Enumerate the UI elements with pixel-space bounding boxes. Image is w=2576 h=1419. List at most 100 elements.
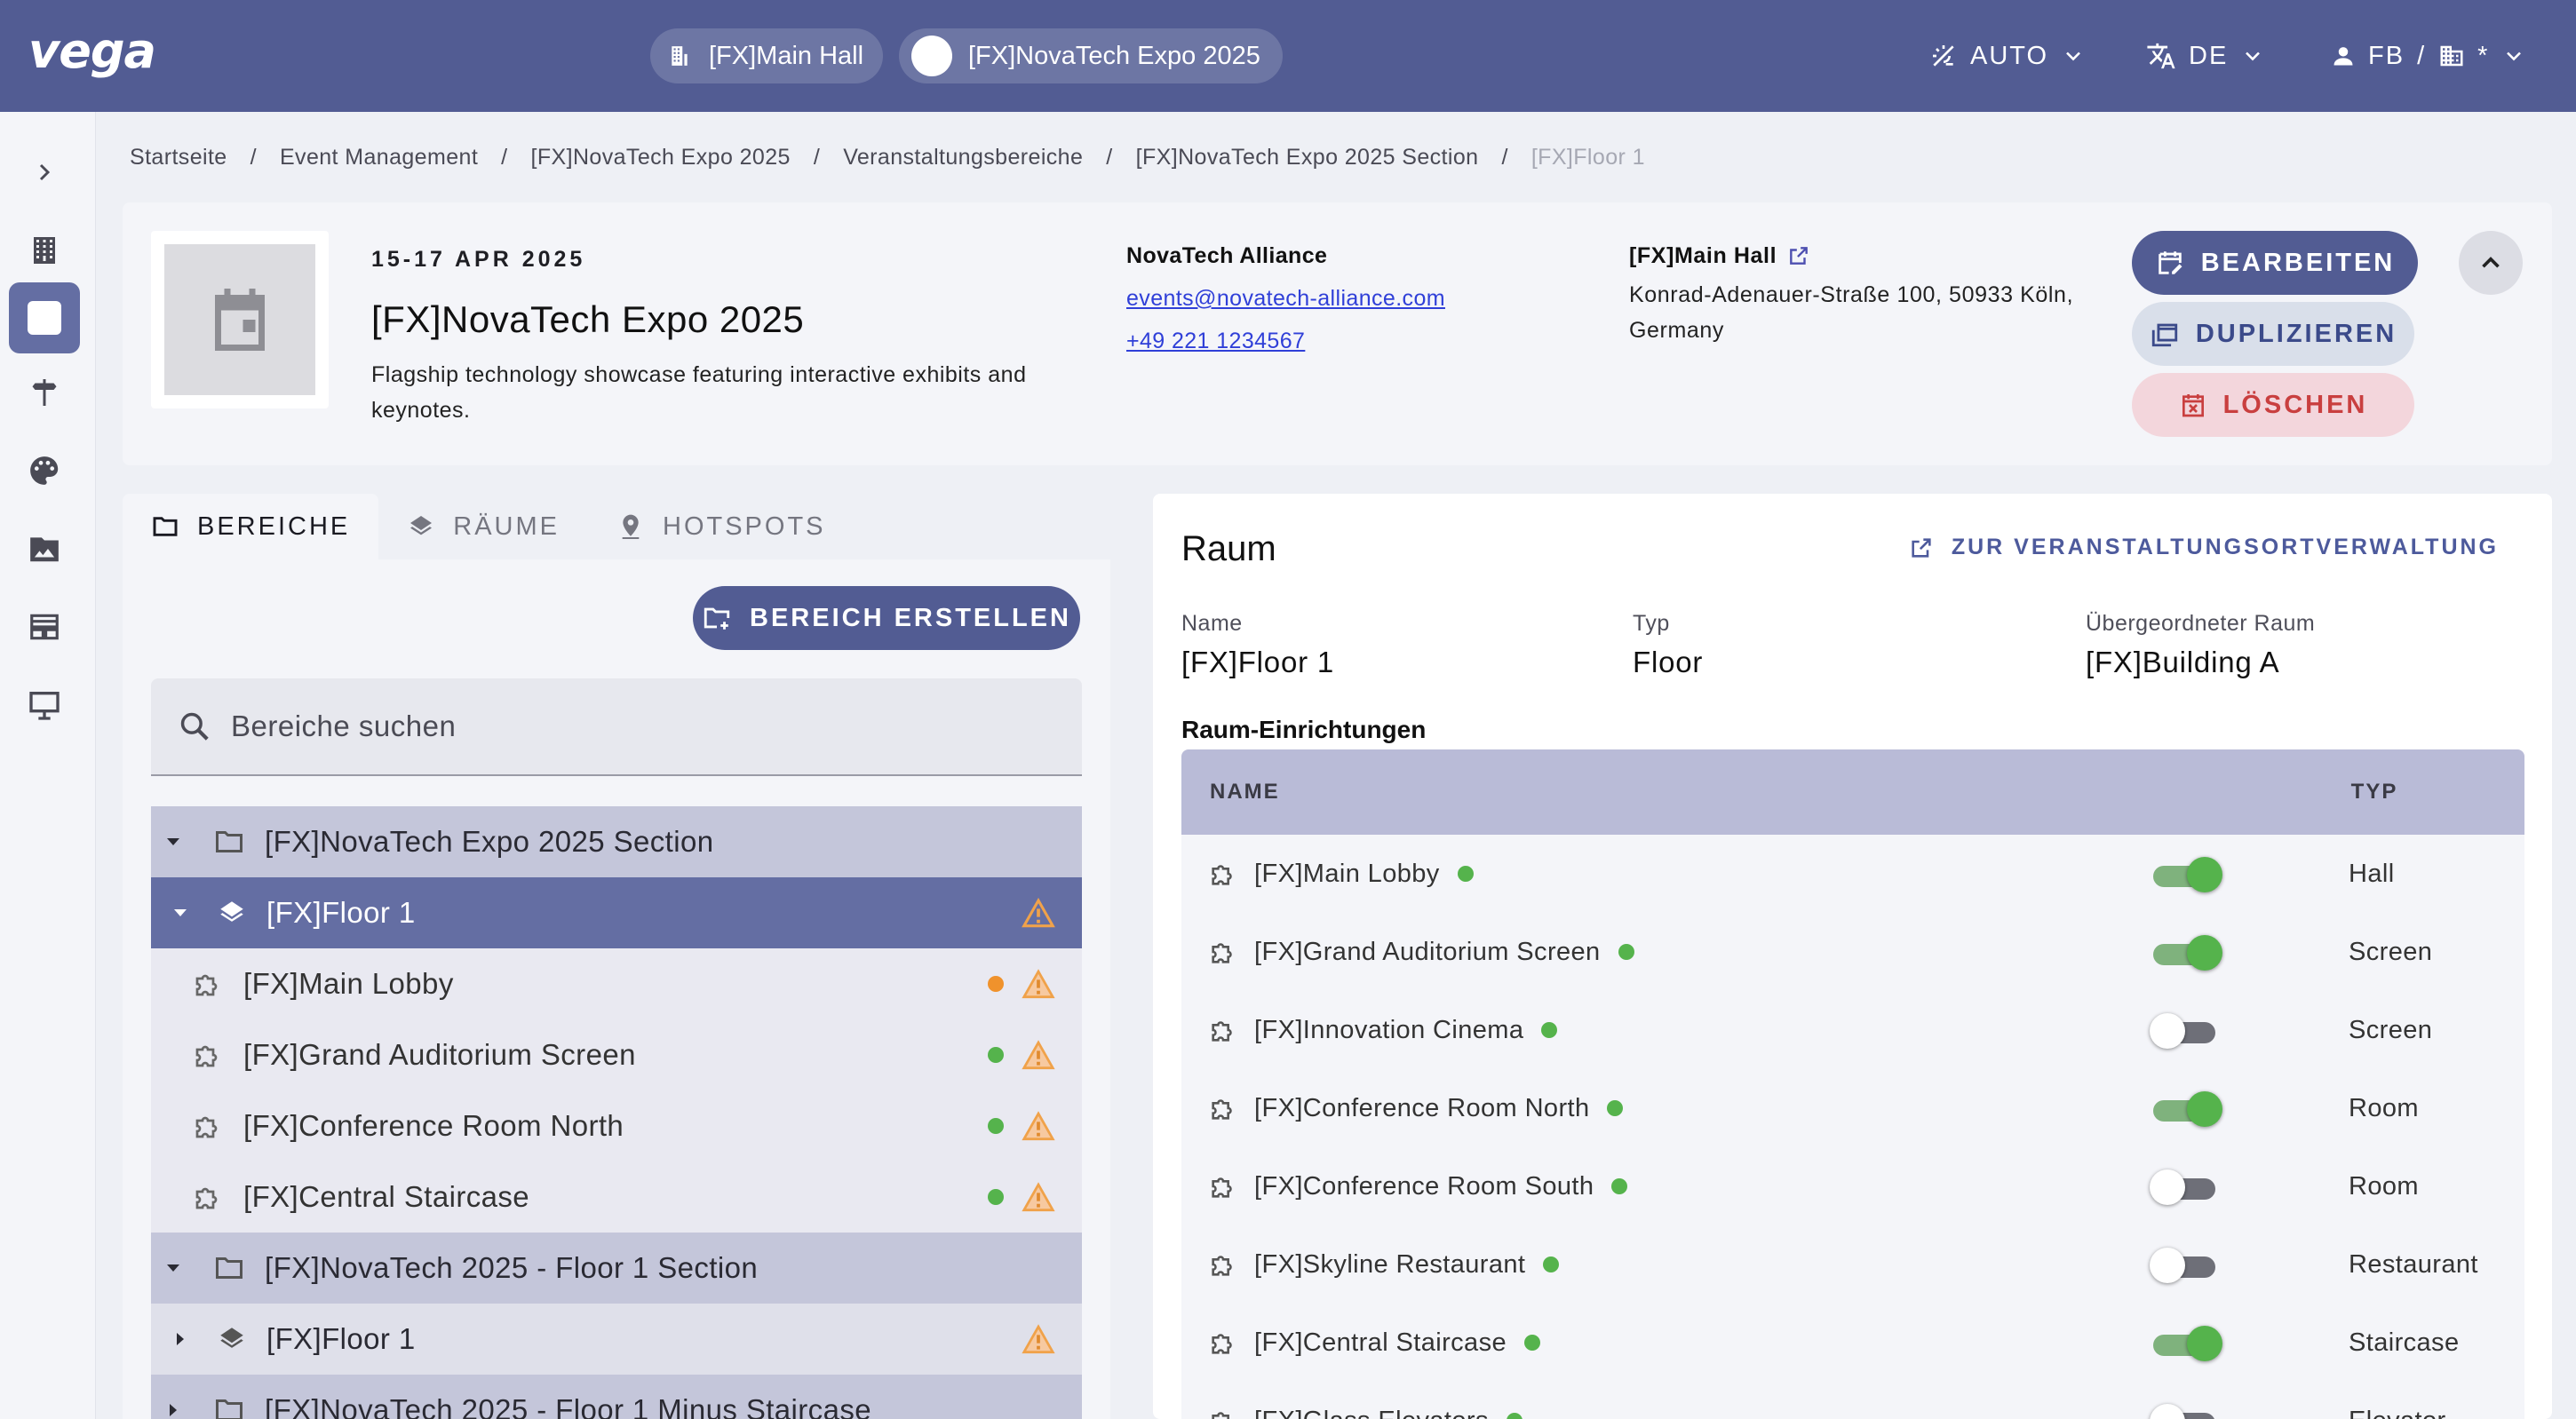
tree-label: [FX]NovaTech Expo 2025 Section [265, 825, 714, 858]
building-icon [668, 44, 691, 67]
table-row[interactable]: [FX]Innovation Cinema Screen [1181, 991, 2524, 1069]
area-search-field[interactable] [151, 678, 1082, 776]
facility-name: [FX]Grand Auditorium Screen [1254, 937, 1601, 966]
toggle-knob [2187, 857, 2222, 892]
nav-events[interactable] [9, 282, 80, 353]
tree-room[interactable]: [FX]Conference Room North [151, 1090, 1082, 1161]
venue-management-link[interactable]: ZUR VERANSTALTUNGSORTVERWALTUNG [1909, 535, 2499, 560]
facility-name-cell: [FX]Skyline Restaurant [1254, 1225, 1560, 1304]
facility-toggle[interactable] [2150, 935, 2222, 971]
breadcrumb-item[interactable]: Veranstaltungsbereiche [843, 145, 1083, 170]
warning-icon [1022, 1040, 1055, 1070]
chevron-down-icon [2061, 44, 2086, 68]
tree-section[interactable]: [FX]NovaTech Expo 2025 Section [151, 806, 1082, 877]
folder-icon [213, 1252, 245, 1284]
collapse-header-button[interactable] [2459, 231, 2523, 295]
col-header-name[interactable]: NAME [1210, 780, 1280, 805]
room-type-value: Floor [1633, 646, 1704, 678]
puzzle-icon [1208, 937, 1238, 967]
col-header-type[interactable]: TYP [2351, 780, 2398, 805]
tree-section[interactable]: [FX]NovaTech 2025 - Floor 1 Minus Stairc… [151, 1375, 1082, 1419]
dashboard-icon [28, 610, 61, 644]
tab-label: HOTSPOTS [663, 511, 826, 541]
puzzle-icon [1208, 859, 1238, 889]
organizer-block: NovaTech Alliance events@novatech-allian… [1126, 234, 1445, 362]
breadcrumb-item[interactable]: [FX]NovaTech Expo 2025 [531, 145, 791, 170]
caret-right-icon[interactable] [158, 1328, 203, 1350]
expand-nav-button[interactable] [9, 137, 80, 208]
area-search-input[interactable] [231, 710, 1030, 743]
facility-toggle[interactable] [2150, 1091, 2222, 1127]
caret-down-icon[interactable] [151, 831, 195, 852]
duplicate-button[interactable]: DUPLIZIEREN [2132, 302, 2414, 366]
nav-design[interactable] [9, 435, 80, 506]
tab-label: BEREICHE [197, 511, 351, 541]
table-row[interactable]: [FX]Conference Room North Room [1181, 1069, 2524, 1147]
create-area-label: BEREICH ERSTELLEN [750, 603, 1071, 632]
breadcrumb-separator: / [250, 144, 257, 170]
facility-toggle[interactable] [2150, 1404, 2221, 1419]
breadcrumb-separator: / [501, 144, 508, 170]
nav-media[interactable] [9, 513, 80, 584]
open-in-new-icon [1787, 244, 1810, 267]
table-row[interactable]: [FX]Grand Auditorium Screen Screen [1181, 913, 2524, 991]
edit-button[interactable]: BEARBEITEN [2132, 231, 2418, 295]
theme-mode-select[interactable]: AUTO [1929, 36, 2086, 76]
delete-button-label: LÖSCHEN [2222, 390, 2368, 419]
tree-room[interactable]: [FX]Main Lobby [151, 948, 1082, 1019]
tree-section[interactable]: [FX]NovaTech 2025 - Floor 1 Section [151, 1233, 1082, 1304]
facility-toggle[interactable] [2150, 857, 2222, 892]
nav-venues[interactable] [9, 215, 80, 286]
facility-toggle[interactable] [2150, 1248, 2221, 1283]
delete-button[interactable]: LÖSCHEN [2132, 373, 2414, 437]
table-row[interactable]: [FX]Main Lobby Hall [1181, 835, 2524, 913]
puzzle-icon [192, 1181, 224, 1213]
facility-toggle[interactable] [2150, 1013, 2221, 1049]
status-dot [988, 1189, 1004, 1205]
breadcrumb-item[interactable]: [FX]NovaTech Expo 2025 Section [1136, 145, 1479, 170]
caret-down-icon[interactable] [151, 1257, 195, 1279]
room-type-field: Typ Floor [1633, 611, 1703, 679]
search-icon [178, 710, 211, 743]
table-row[interactable]: [FX]Conference Room South Room [1181, 1147, 2524, 1225]
event-busy-icon [2179, 391, 2207, 419]
area-tabs: BEREICHE RÄUME HOTSPOTS [123, 494, 855, 559]
tab-raeume[interactable]: RÄUME [378, 494, 588, 559]
event-chip[interactable]: [FX]NovaTech Expo 2025 [899, 28, 1283, 83]
user-org-select[interactable]: FB / * [2331, 36, 2526, 76]
create-area-button[interactable]: BEREICH ERSTELLEN [693, 586, 1080, 650]
nav-displays[interactable] [9, 670, 80, 741]
table-row[interactable]: [FX]Glass Elevators Elevator [1181, 1382, 2524, 1419]
duplicate-button-label: DUPLIZIEREN [2195, 319, 2397, 348]
facility-toggle[interactable] [2150, 1169, 2221, 1205]
facility-name-cell: [FX]Innovation Cinema [1254, 991, 1558, 1069]
organizer-email-link[interactable]: events@novatech-alliance.com [1126, 277, 1445, 320]
tab-bereiche[interactable]: BEREICHE [123, 494, 379, 559]
calendar-placeholder-icon [203, 282, 277, 357]
breadcrumb-item[interactable]: Startseite [130, 145, 227, 170]
tree-floor[interactable]: [FX]Floor 1 [151, 1304, 1082, 1375]
puzzle-icon [1208, 1093, 1238, 1123]
facility-toggle[interactable] [2150, 1326, 2222, 1361]
table-row[interactable]: [FX]Skyline Restaurant Restaurant [1181, 1225, 2524, 1304]
breadcrumb-item[interactable]: Event Management [280, 145, 478, 170]
venue-chip[interactable]: [FX]Main Hall [650, 28, 883, 83]
caret-down-icon[interactable] [158, 902, 203, 924]
language-select[interactable]: DE [2146, 36, 2265, 76]
event-square-icon [23, 297, 66, 339]
vega-logo[interactable]: vega [28, 23, 156, 79]
nav-signage[interactable] [9, 357, 80, 428]
chevron-down-icon [2501, 44, 2526, 68]
tree-room[interactable]: [FX]Central Staircase [151, 1161, 1082, 1233]
facility-name: [FX]Conference Room North [1254, 1093, 1590, 1122]
tree-floor[interactable]: [FX]Floor 1 [151, 877, 1082, 948]
puzzle-icon [192, 1039, 224, 1071]
table-row[interactable]: [FX]Central Staircase Staircase [1181, 1304, 2524, 1382]
venue-name-link[interactable]: [FX]Main Hall [1629, 238, 2127, 273]
tree-room[interactable]: [FX]Grand Auditorium Screen [151, 1019, 1082, 1090]
organizer-phone-link[interactable]: +49 221 1234567 [1126, 320, 1445, 362]
caret-right-icon[interactable] [151, 1399, 195, 1419]
tab-hotspots[interactable]: HOTSPOTS [588, 494, 855, 559]
nav-content[interactable] [9, 591, 80, 662]
table-header: NAME TYP [1181, 749, 2524, 835]
